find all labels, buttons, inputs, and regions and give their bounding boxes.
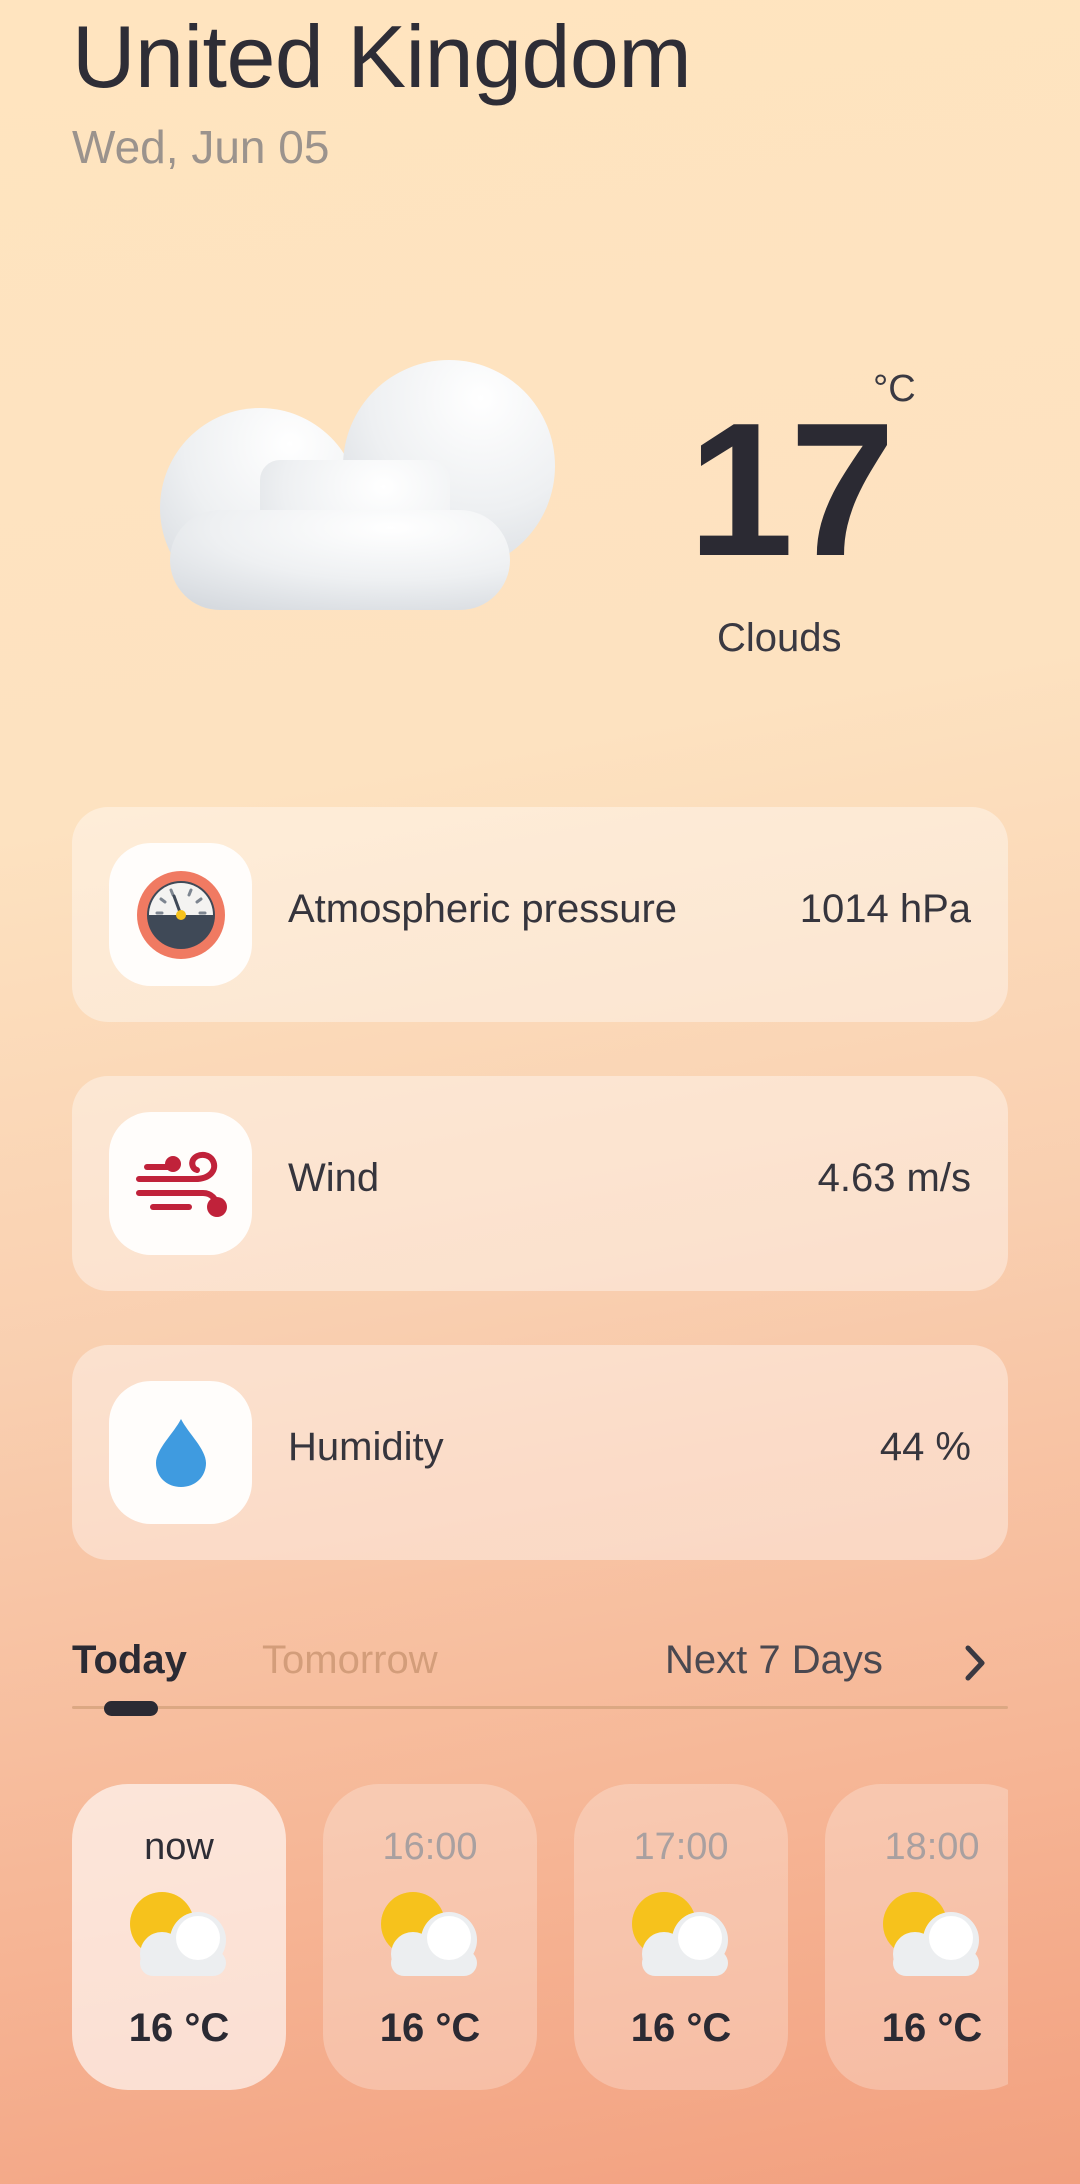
humidity-icon-box (109, 1381, 252, 1524)
hourly-time: 18:00 (884, 1826, 980, 1868)
hourly-item-now[interactable]: now 16 °C (72, 1784, 286, 2090)
weather-screen: United Kingdom Wed, Jun 05 °C 17 Clouds (0, 0, 1080, 2184)
cloud-icon (160, 360, 555, 610)
humidity-label: Humidity (288, 1425, 444, 1469)
date-label: Wed, Jun 05 (72, 121, 330, 173)
pressure-label: Atmospheric pressure (288, 887, 678, 931)
humidity-value: 44 % (879, 1425, 971, 1469)
pressure-value: 1014 hPa (799, 887, 971, 931)
water-drop-icon (155, 1418, 206, 1487)
wind-label: Wind (288, 1156, 380, 1200)
hourly-time: 16:00 (382, 1826, 478, 1868)
hourly-item-1700[interactable]: 17:00 16 °C (574, 1784, 788, 2090)
tab-today[interactable]: Today (72, 1638, 187, 1683)
tab-divider (72, 1706, 1008, 1709)
location-title: United Kingdom (72, 7, 692, 106)
wind-value: 4.63 m/s (817, 1156, 971, 1200)
wind-icon-box (109, 1112, 252, 1255)
pressure-icon-box (109, 843, 252, 986)
partly-cloudy-icon (130, 1892, 226, 1976)
wind-icon (135, 1151, 227, 1217)
hourly-temperature: 16 °C (379, 2006, 481, 2050)
humidity-card[interactable]: Humidity 44 % (72, 1345, 1008, 1560)
hourly-item-1600[interactable]: 16:00 16 °C (323, 1784, 537, 2090)
weather-condition: Clouds (717, 616, 842, 660)
wind-card[interactable]: Wind 4.63 m/s (72, 1076, 1008, 1291)
hourly-time: now (144, 1826, 214, 1868)
hourly-time: 17:00 (633, 1826, 729, 1868)
chevron-right-icon[interactable] (950, 1638, 1000, 1688)
partly-cloudy-icon (883, 1892, 979, 1976)
current-temperature: 17 (688, 384, 895, 596)
hourly-item-1800[interactable]: 18:00 16 °C (825, 1784, 1008, 2090)
partly-cloudy-icon (381, 1892, 477, 1976)
tab-active-indicator (104, 1701, 158, 1716)
pressure-gauge-icon (136, 870, 225, 959)
hourly-temperature: 16 °C (630, 2006, 732, 2050)
tab-next-7-days[interactable]: Next 7 Days (665, 1638, 883, 1683)
partly-cloudy-icon (632, 1892, 728, 1976)
tab-tomorrow[interactable]: Tomorrow (262, 1638, 438, 1683)
hourly-forecast-list[interactable]: now 16 °C 16:00 16 °C 17:00 16 °C 18:00 … (72, 1784, 1008, 2090)
pressure-card[interactable]: Atmospheric pressure 1014 hPa (72, 807, 1008, 1022)
hourly-temperature: 16 °C (128, 2006, 230, 2050)
hourly-temperature: 16 °C (881, 2006, 983, 2050)
